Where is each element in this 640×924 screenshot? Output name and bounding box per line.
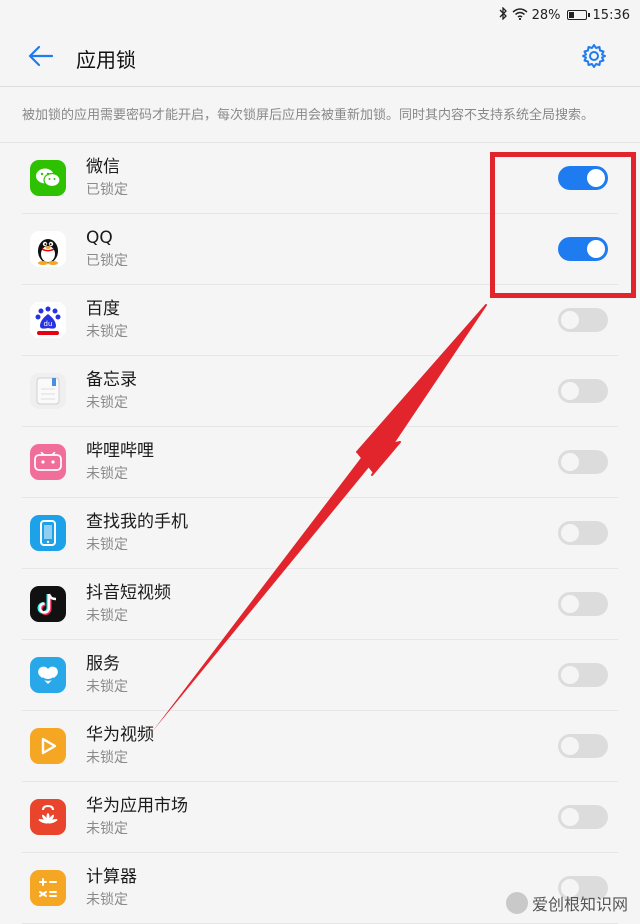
page-title: 应用锁 [76,47,136,72]
status-bar: 28% 15:36 [0,0,640,30]
lock-toggle[interactable] [558,450,608,474]
list-item: du 百度 未锁定 [22,285,618,356]
list-item: 哔哩哔哩 未锁定 [22,427,618,498]
settings-button[interactable] [576,40,612,76]
list-item: 查找我的手机 未锁定 [22,498,618,569]
app-name: 百度 [86,298,120,319]
list-item: 抖音短视频 未锁定 [22,569,618,640]
play-icon [30,728,66,764]
app-name: 华为视频 [86,724,154,745]
list-item: 微信 已锁定 [22,143,618,214]
app-name: 华为应用市场 [86,795,188,816]
lock-status: 已锁定 [86,181,128,198]
app-name: 查找我的手机 [86,511,188,532]
app-name: 备忘录 [86,369,137,390]
app-bar: 应用锁 [0,30,640,87]
gear-icon [581,43,607,73]
battery-percent: 28% [531,7,561,23]
watermark-logo-icon [505,892,528,914]
lock-toggle[interactable] [558,166,608,190]
wechat-icon [30,160,66,196]
bluetooth-icon [498,6,508,23]
svg-text:du: du [44,320,53,328]
lock-status: 未锁定 [86,394,128,411]
lock-toggle[interactable] [558,379,608,403]
watermark-text: 爱创根知识网 [531,895,628,914]
douyin-icon [30,586,66,622]
lock-toggle[interactable] [558,237,608,261]
lock-status: 未锁定 [86,820,128,837]
list-item: 备忘录 未锁定 [22,356,618,427]
arrow-left-icon [28,45,54,71]
watermark: 爱创根知识网 [505,891,628,915]
app-name: 服务 [86,653,120,674]
calculator-icon [30,870,66,906]
app-name: 计算器 [86,866,137,887]
lock-status: 未锁定 [86,536,128,553]
description-text: 被加锁的应用需要密码才能开启，每次锁屏后应用会被重新加锁。同时其内容不支持系统全… [0,87,640,143]
lock-status: 已锁定 [86,252,128,269]
notepad-icon [30,373,66,409]
lock-toggle[interactable] [558,805,608,829]
app-name: 抖音短视频 [86,582,171,603]
bilibili-icon [30,444,66,480]
app-name: QQ [86,227,113,248]
baidu-icon: du [30,302,66,338]
app-name: 哔哩哔哩 [86,440,154,461]
lock-status: 未锁定 [86,749,128,766]
lock-status: 未锁定 [86,891,128,908]
lock-toggle[interactable] [558,592,608,616]
app-list: 微信 已锁定 QQ 已锁定 du 百度 未锁定 备忘录 未锁定 哔哩哔哩 未锁定… [22,143,618,924]
lock-toggle[interactable] [558,663,608,687]
lock-toggle[interactable] [558,734,608,758]
list-item: 服务 未锁定 [22,640,618,711]
lock-status: 未锁定 [86,607,128,624]
qq-icon [30,231,66,267]
clock: 15:36 [592,7,630,23]
back-button[interactable] [28,38,68,78]
find-phone-icon [30,515,66,551]
wifi-icon [512,7,528,23]
list-item: 华为视频 未锁定 [22,711,618,782]
lock-toggle[interactable] [558,521,608,545]
lock-toggle[interactable] [558,308,608,332]
list-item: QQ 已锁定 [22,214,618,285]
app-name: 微信 [86,156,120,177]
lock-status: 未锁定 [86,678,128,695]
list-item: 华为应用市场 未锁定 [22,782,618,853]
lock-status: 未锁定 [86,465,128,482]
battery-icon [566,10,590,20]
service-heart-icon [30,657,66,693]
lock-status: 未锁定 [86,323,128,340]
huawei-appgallery-icon [30,799,66,835]
